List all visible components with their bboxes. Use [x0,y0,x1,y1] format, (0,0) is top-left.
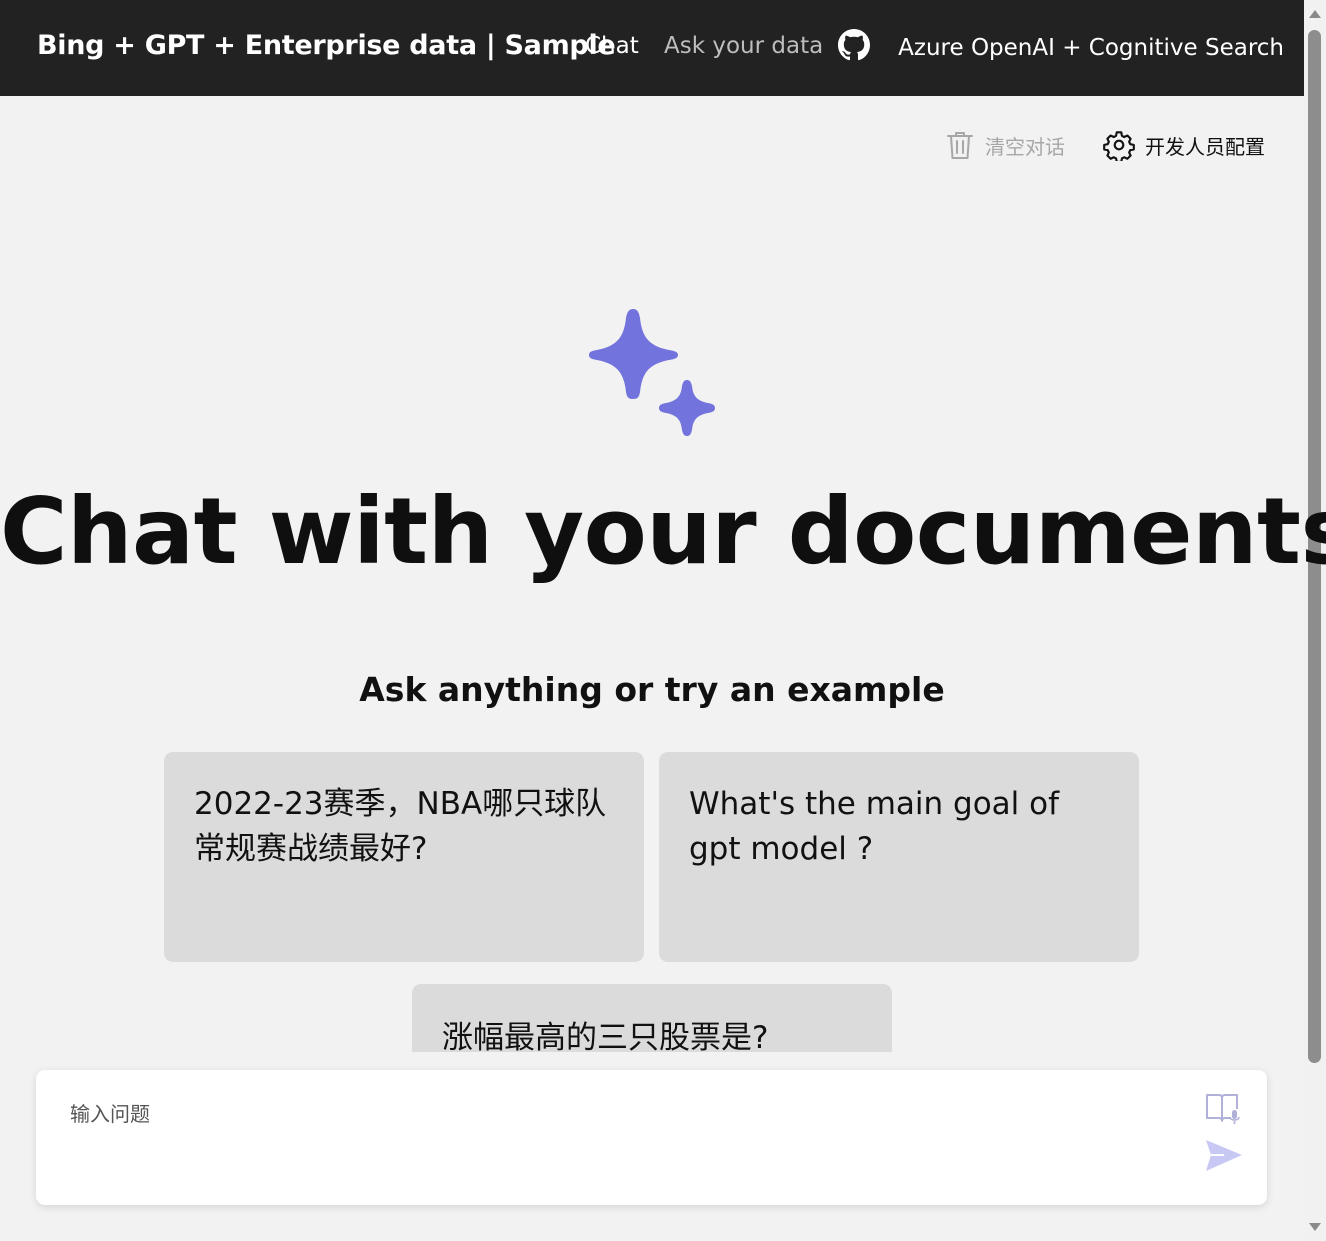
question-input[interactable] [70,1098,1190,1178]
app-title[interactable]: Bing + GPT + Enterprise data | Sample [37,30,616,61]
top-header: Bing + GPT + Enterprise data | Sample Ch… [0,0,1304,96]
header-right-title: Azure OpenAI + Cognitive Search [898,35,1284,61]
example-card-1[interactable]: 2022-23赛季，NBA哪只球队常规赛战绩最好? [164,752,644,962]
page-title: Chat with your documents [0,478,1326,585]
book-mic-icon[interactable] [1204,1090,1244,1130]
gear-icon [1103,129,1135,161]
developer-settings-label: 开发人员配置 [1145,134,1265,159]
scroll-up-arrow-icon[interactable] [1309,10,1321,18]
nav-ask-your-data[interactable]: Ask your data [664,33,823,59]
sparkle-icon [588,308,718,438]
send-icon[interactable] [1204,1136,1244,1176]
trash-icon [945,129,975,161]
question-input-box [36,1070,1267,1205]
developer-settings-button[interactable]: 开发人员配置 [1103,127,1265,163]
github-icon[interactable] [838,29,870,61]
example-card-3[interactable]: 涨幅最高的三只股票是? [412,984,892,1052]
nav-chat[interactable]: Chat [585,33,639,59]
scrollbar[interactable] [1304,0,1326,1241]
page-subtitle: Ask anything or try an example [359,670,945,709]
clear-chat-button[interactable]: 清空对话 [945,127,1065,163]
example-card-2[interactable]: What's the main goal of gpt model ? [659,752,1139,962]
scroll-down-arrow-icon[interactable] [1309,1223,1321,1231]
clear-chat-label: 清空对话 [985,134,1065,159]
